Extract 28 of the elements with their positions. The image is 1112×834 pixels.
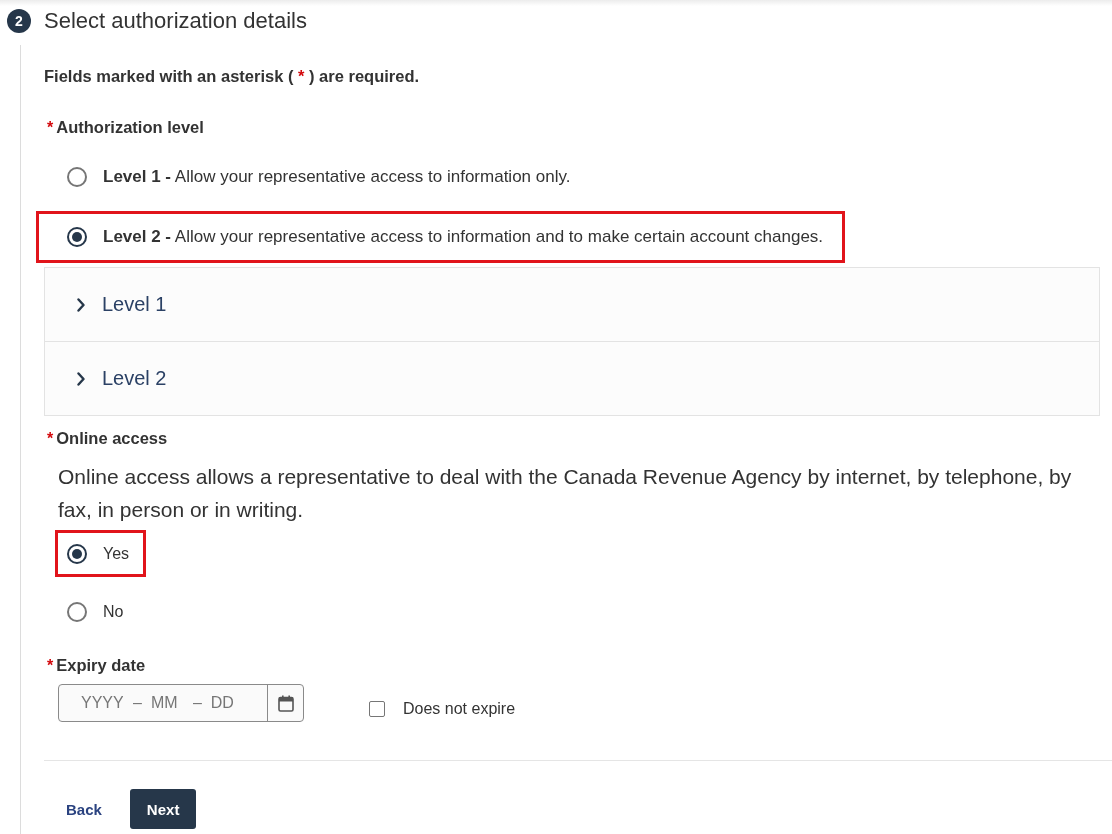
checkbox-label: Does not expire (403, 698, 516, 719)
radio-button[interactable] (67, 543, 87, 564)
radio-label: Yes (103, 543, 130, 564)
radio-label: No (103, 601, 124, 622)
step-title: Select authorization details (44, 8, 307, 34)
radio-label: Level 2 - Allow your representative access to information and to make certain account changes. (103, 226, 824, 248)
month-field[interactable]: MM (150, 692, 183, 714)
radio-button[interactable] (67, 227, 87, 247)
day-field[interactable]: DD (210, 692, 241, 714)
radio-button[interactable] (67, 601, 87, 622)
radio-button[interactable] (67, 167, 87, 187)
date-separator: – (192, 694, 202, 712)
field-label: Authorization level (56, 117, 204, 137)
date-separator: – (133, 694, 142, 712)
link-button[interactable]: Back (44, 789, 124, 829)
required-asterisk: * (47, 429, 54, 449)
required-asterisk: * (47, 656, 54, 676)
field-label: Online access (56, 428, 168, 448)
calendar-icon (277, 694, 294, 712)
radio-label: Level 1 - Allow your representative access to information only. (103, 166, 571, 188)
required-note: Fields marked with an asterisk ( * ) are required. (44, 66, 420, 86)
field-description: Online access allows a representative to deal with the Canada Revenue Agency by internet, by telephone, by fax, in person or in writing. (58, 464, 1073, 523)
step-number: 2 (7, 9, 31, 33)
primary-button[interactable]: Next (129, 789, 197, 829)
year-field[interactable]: YYYY (81, 692, 123, 714)
checkbox[interactable] (369, 700, 385, 717)
field-label: Expiry date (56, 655, 146, 675)
required-asterisk: * (47, 118, 54, 138)
